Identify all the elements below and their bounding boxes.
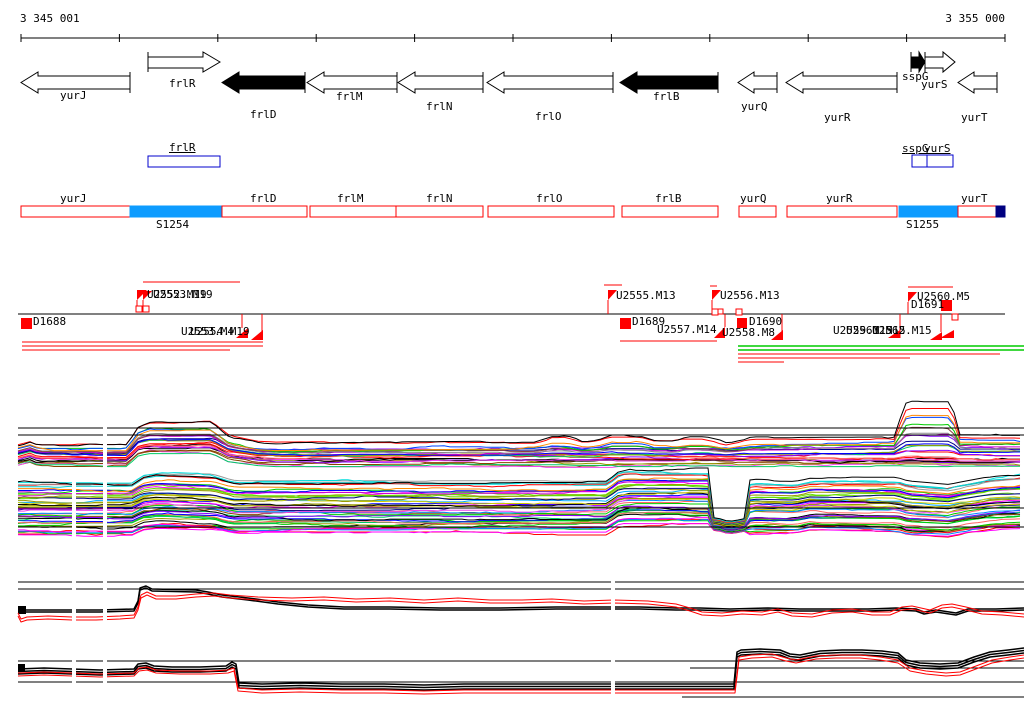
probe-open-square[interactable] xyxy=(736,309,742,315)
probe-open-square[interactable] xyxy=(136,306,142,312)
map-label-frlD[interactable]: frlD xyxy=(250,193,277,204)
gene-arrow-yurS[interactable] xyxy=(925,52,955,72)
subfeature-track xyxy=(148,155,953,167)
expression-band-upper-line xyxy=(18,409,1020,446)
map-label-S1254[interactable]: S1254 xyxy=(156,219,189,230)
map-segment-yurQ[interactable] xyxy=(739,206,776,217)
gene-label-yurQ[interactable]: yurQ xyxy=(741,101,768,112)
plot-gap xyxy=(611,575,615,714)
map-segment-yurR[interactable] xyxy=(787,206,897,217)
probe-open-square[interactable] xyxy=(712,309,718,315)
map-label-frlO[interactable]: frlO xyxy=(536,193,563,204)
map-segment-yurT[interactable] xyxy=(958,206,996,217)
gene-arrow-yurR[interactable] xyxy=(786,72,897,93)
probe-open-square[interactable] xyxy=(143,306,149,312)
map-label-yurJ[interactable]: yurJ xyxy=(60,193,87,204)
subfeature-label-yurS[interactable]: yurS xyxy=(924,143,951,154)
gene-label-yurJ[interactable]: yurJ xyxy=(60,90,87,101)
gene-label-frlR[interactable]: frlR xyxy=(169,78,196,89)
probe-flag-down[interactable] xyxy=(930,332,942,340)
map-segment-S1255[interactable] xyxy=(899,206,958,217)
probe-square[interactable] xyxy=(620,318,631,329)
gene-arrow-frlR[interactable] xyxy=(148,52,220,72)
subfeature-box-yurS[interactable] xyxy=(927,155,953,167)
map-label-yurQ[interactable]: yurQ xyxy=(740,193,767,204)
gene-label-frlB[interactable]: frlB xyxy=(653,91,680,102)
map-label-yurR[interactable]: yurR xyxy=(826,193,853,204)
gene-arrow-frlN[interactable] xyxy=(398,72,483,93)
probe-label-D1691[interactable]: D1691 xyxy=(911,299,944,310)
map-segment-frlM[interactable] xyxy=(310,206,396,217)
probe-label-U2554.M19[interactable]: U2554.M19 xyxy=(190,326,250,337)
gene-label-frlO[interactable]: frlO xyxy=(535,111,562,122)
probe-label-D1688[interactable]: D1688 xyxy=(33,316,66,327)
ratio-plots xyxy=(18,586,1024,694)
probe-open-square[interactable] xyxy=(718,309,723,314)
gene-label-yurS[interactable]: yurS xyxy=(921,79,948,90)
map-segment-S1254[interactable] xyxy=(130,206,222,217)
genome-browser: 3 345 001 3 355 000 yurJfrlRfrlDfrlMfrlN… xyxy=(0,0,1024,714)
probe-label-U2558.M8[interactable]: U2558.M8 xyxy=(722,327,775,338)
probe-open-square[interactable] xyxy=(952,314,958,320)
subfeature-box-sspG[interactable] xyxy=(912,155,927,167)
gene-label-frlN[interactable]: frlN xyxy=(426,101,453,112)
map-segment-end[interactable] xyxy=(996,206,1005,217)
probe-label-U2556.M13[interactable]: U2556.M13 xyxy=(720,290,780,301)
map-label-frlM[interactable]: frlM xyxy=(337,193,364,204)
gene-label-frlD[interactable]: frlD xyxy=(250,109,277,120)
ratio-plot1-black xyxy=(18,588,1024,615)
gene-arrow-yurT[interactable] xyxy=(958,72,997,93)
map-label-S1255[interactable]: S1255 xyxy=(906,219,939,230)
probe-flag-down[interactable] xyxy=(251,330,263,340)
ruler xyxy=(21,34,1005,42)
gene-track xyxy=(21,52,997,93)
probe-label-U2553.M19[interactable]: U2553.M19 xyxy=(153,289,213,300)
map-label-yurT[interactable]: yurT xyxy=(961,193,988,204)
map-segment-yurJ[interactable] xyxy=(21,206,130,217)
plot-start-mark xyxy=(18,664,25,671)
gene-arrow-frlO[interactable] xyxy=(487,72,613,93)
probe-label-U2557.M14[interactable]: U2557.M14 xyxy=(657,324,717,335)
map-segment-frlD[interactable] xyxy=(222,206,307,217)
gene-label-frlM[interactable]: frlM xyxy=(336,91,363,102)
subfeature-label-frlR[interactable]: frlR xyxy=(169,142,196,153)
plot-gap xyxy=(103,415,107,714)
map-segment-frlN[interactable] xyxy=(396,206,483,217)
map-track xyxy=(21,206,1005,217)
gene-arrow-sspG[interactable] xyxy=(911,52,925,72)
gene-label-yurT[interactable]: yurT xyxy=(961,112,988,123)
map-segment-frlB[interactable] xyxy=(622,206,718,217)
probe-label-U2555.M13[interactable]: U2555.M13 xyxy=(616,290,676,301)
probe-flag-down[interactable] xyxy=(940,330,954,338)
plot-gap xyxy=(72,478,76,714)
gene-arrow-frlD[interactable] xyxy=(222,72,305,93)
browser-canvas xyxy=(0,0,1024,714)
probe-square[interactable] xyxy=(21,318,32,329)
probe-label-U2562.M15[interactable]: U2562.M15 xyxy=(872,325,932,336)
subfeature-box-frlR[interactable] xyxy=(148,156,220,167)
map-label-frlB[interactable]: frlB xyxy=(655,193,682,204)
map-label-frlN[interactable]: frlN xyxy=(426,193,453,204)
gene-arrow-yurQ[interactable] xyxy=(738,72,777,93)
map-segment-frlO[interactable] xyxy=(488,206,614,217)
gene-label-yurR[interactable]: yurR xyxy=(824,112,851,123)
expression-band-upper xyxy=(18,401,1020,467)
